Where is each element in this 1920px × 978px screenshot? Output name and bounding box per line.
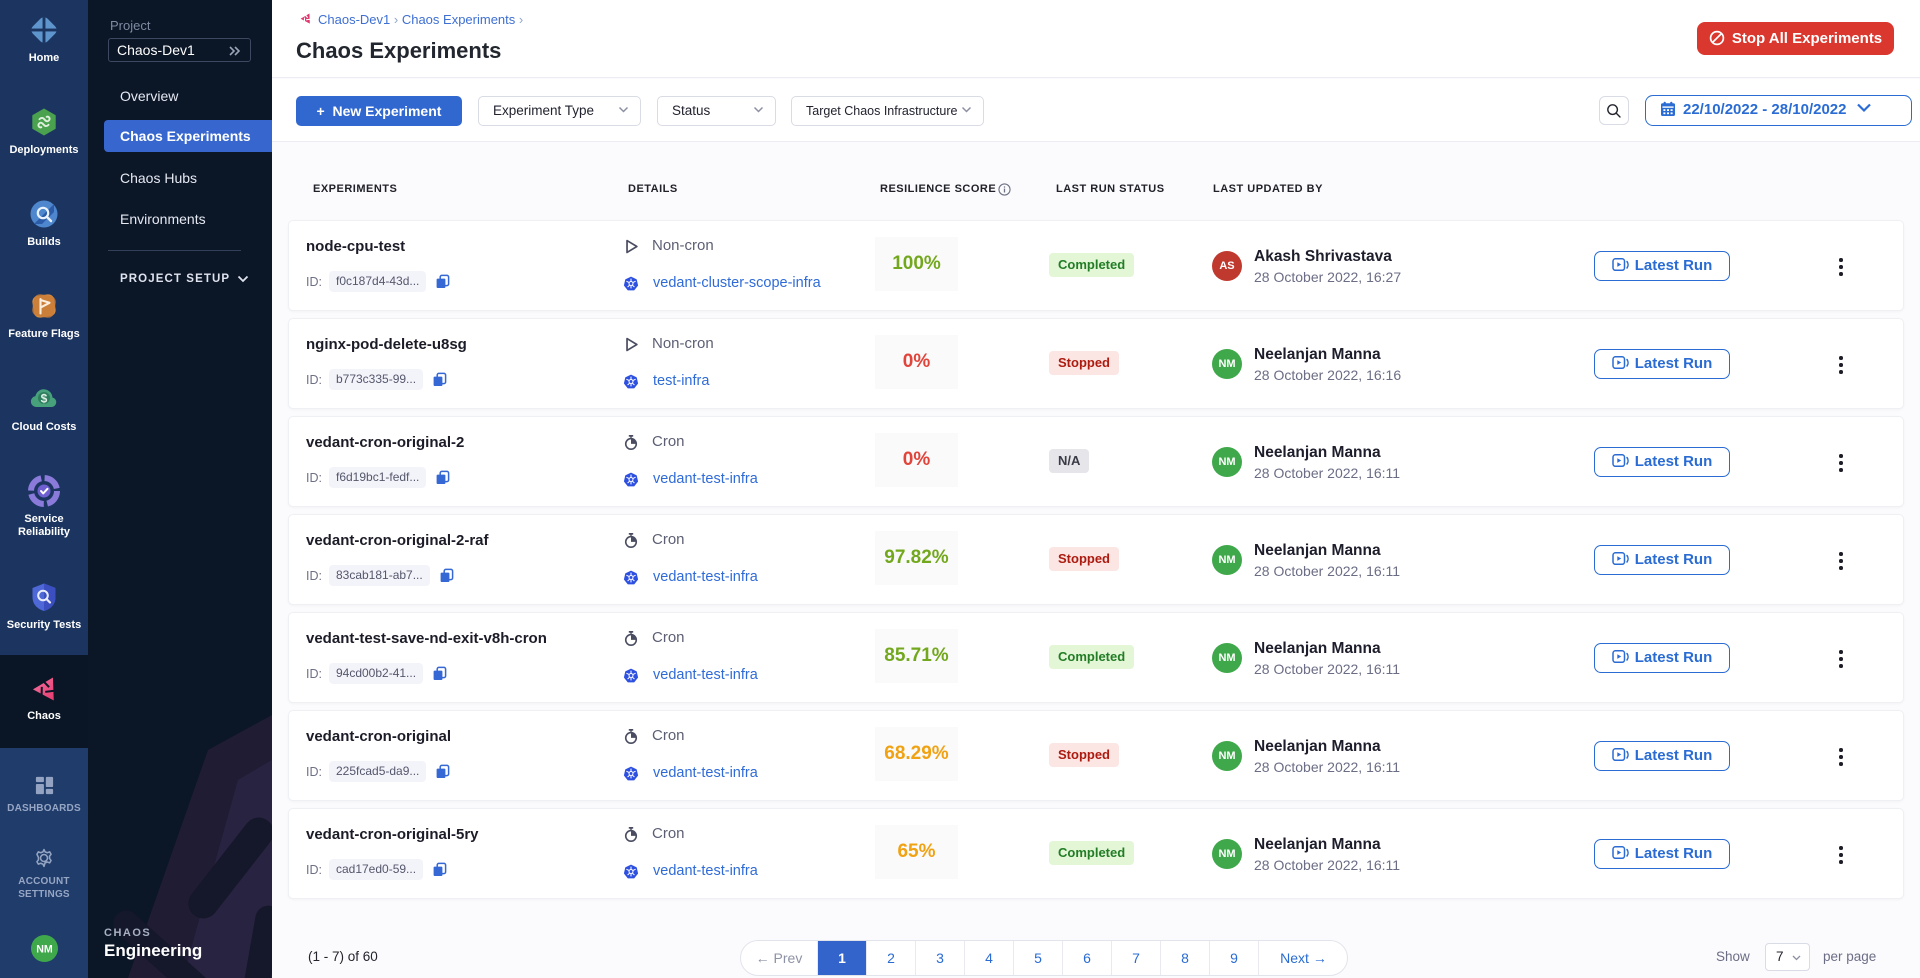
svg-text:NM: NM — [36, 944, 53, 956]
svg-text:$: $ — [41, 391, 48, 405]
